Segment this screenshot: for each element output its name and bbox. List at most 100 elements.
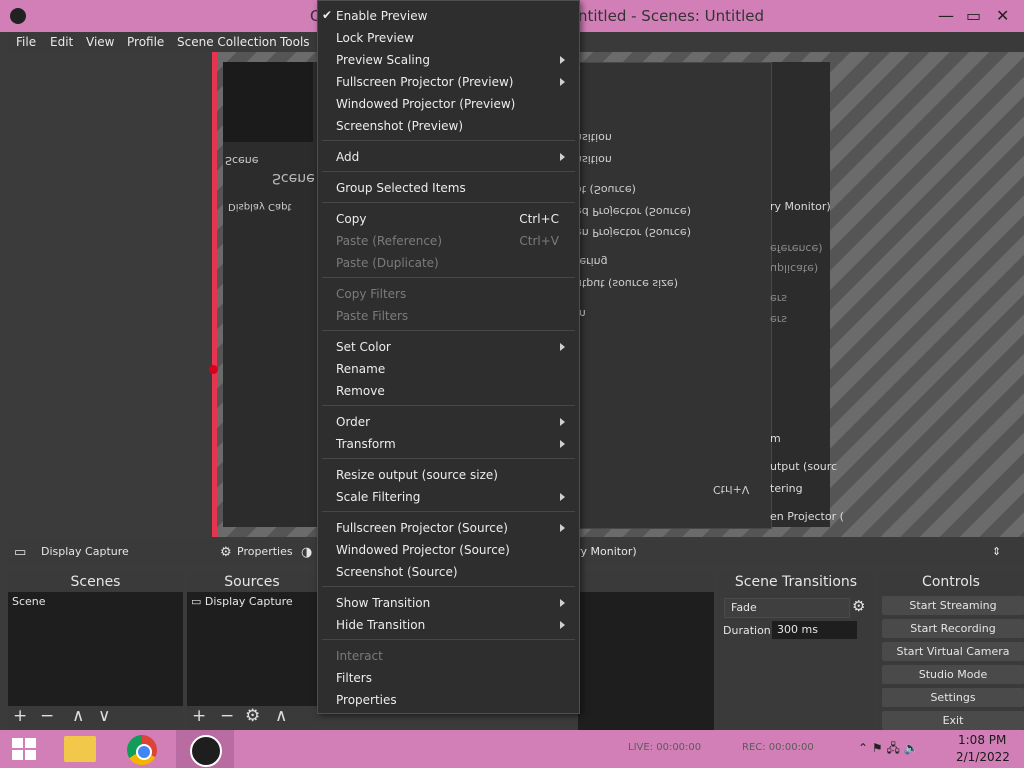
menu-item-windowed-projector-source[interactable]: Windowed Projector (Source)	[318, 539, 579, 561]
audio-mixer-dock	[578, 572, 714, 730]
menu-item-transform[interactable]: Transform	[318, 433, 579, 455]
monitor-select[interactable]: ry Monitor)	[576, 545, 637, 558]
remove-source-icon[interactable]: −	[220, 706, 234, 726]
menu-item-preview-scaling[interactable]: Preview Scaling	[318, 49, 579, 71]
tray-icons[interactable]: ⌃ ⚑ 🖧 🔈	[858, 739, 919, 760]
remove-scene-icon[interactable]: −	[40, 706, 54, 726]
menu-item-group-selected[interactable]: Group Selected Items	[318, 177, 579, 199]
menu-item-resize-output[interactable]: Resize output (source size)	[318, 464, 579, 486]
source-properties-icon[interactable]: ⚙	[245, 706, 260, 726]
menu-tools[interactable]: Tools	[280, 35, 310, 49]
preview-echo-projector: en Projector (	[770, 510, 844, 523]
submenu-arrow-icon	[560, 56, 565, 64]
scenes-title: Scenes	[8, 572, 183, 592]
add-scene-icon[interactable]: +	[13, 706, 27, 726]
scene-item[interactable]: Scene	[8, 592, 183, 611]
menu-item-paste-filters: Paste Filters	[318, 305, 579, 327]
submenu-arrow-icon	[560, 621, 565, 629]
move-up-icon[interactable]: ∧	[275, 706, 287, 726]
menu-item-windowed-projector-preview[interactable]: Windowed Projector (Preview)	[318, 93, 579, 115]
menu-profile[interactable]: Profile	[127, 35, 164, 49]
preview-echo-filters-1: ers	[770, 292, 788, 305]
menu-item-label: Enable Preview	[336, 9, 428, 23]
gear-icon[interactable]: ⚙	[852, 597, 865, 615]
windows-start-icon[interactable]	[12, 738, 36, 760]
monitor-select-arrow-icon[interactable]: ⇕	[992, 545, 1001, 558]
start-recording-button[interactable]: Start Recording	[882, 619, 1024, 638]
monitor-icon: ▭	[191, 595, 205, 608]
filters-icon[interactable]: ◑	[301, 545, 312, 560]
submenu-arrow-icon	[560, 524, 565, 532]
rec-status: REC: 00:00:00	[742, 742, 814, 753]
transition-select[interactable]: Fade	[724, 598, 850, 618]
move-up-icon[interactable]: ∧	[72, 706, 84, 726]
menu-item-lock-preview[interactable]: Lock Preview	[318, 27, 579, 49]
menu-item-label: Filters	[336, 671, 372, 685]
menu-separator	[322, 405, 575, 406]
start-streaming-button[interactable]: Start Streaming	[882, 596, 1024, 615]
gear-icon[interactable]: ⚙	[220, 545, 232, 560]
scenes-dock: Scenes Scene + − ∧ ∨	[8, 572, 183, 730]
duration-label: Duration	[723, 624, 771, 637]
menu-item-filters[interactable]: Filters	[318, 667, 579, 689]
menu-separator	[322, 639, 575, 640]
preview-echo-dark-block	[223, 62, 313, 142]
file-explorer-icon[interactable]	[64, 736, 96, 762]
submenu-arrow-icon	[560, 418, 565, 426]
studio-mode-button[interactable]: Studio Mode	[882, 665, 1024, 684]
menu-item-properties[interactable]: Properties	[318, 689, 579, 711]
source-item-label: Display Capture	[204, 595, 293, 608]
menu-item-screenshot-preview[interactable]: Screenshot (Preview)	[318, 115, 579, 137]
menu-edit[interactable]: Edit	[50, 35, 73, 49]
move-down-icon[interactable]: ∨	[98, 706, 110, 726]
toolbar-source-name: Display Capture	[41, 545, 129, 558]
menu-item-screenshot-source[interactable]: Screenshot (Source)	[318, 561, 579, 583]
menu-item-label: Scale Filtering	[336, 490, 421, 504]
clock-date: 2/1/2022	[956, 750, 1010, 764]
controls-dock: Controls Start Streaming Start Recording…	[878, 572, 1024, 730]
clock-time: 1:08 PM	[958, 733, 1007, 747]
menu-item-label: Fullscreen Projector (Source)	[336, 521, 508, 535]
source-item[interactable]: ▭ Display Capture	[187, 592, 317, 611]
preview-echo-m: m	[770, 432, 781, 445]
submenu-arrow-icon	[560, 78, 565, 86]
taskbar: LIVE: 00:00:00 REC: 00:00:00 ⌃ ⚑ 🖧 🔈 1:0…	[0, 730, 1024, 768]
obs-taskbar-button[interactable]	[176, 730, 234, 768]
menu-file[interactable]: File	[16, 35, 36, 49]
menu-item-copy[interactable]: Copy Ctrl+C	[318, 208, 579, 230]
duration-input[interactable]: 300 ms	[772, 621, 857, 639]
sources-title: Sources	[187, 572, 317, 592]
menu-item-scale-filtering[interactable]: Scale Filtering	[318, 486, 579, 508]
exit-button[interactable]: Exit	[882, 711, 1024, 730]
selection-handle[interactable]	[209, 365, 218, 374]
menu-scene-collection[interactable]: Scene Collection	[177, 35, 277, 49]
preview-echo-output: utput (sourc	[770, 460, 838, 473]
context-menu: ✔ Enable Preview Lock Preview Preview Sca…	[317, 0, 580, 714]
preview-echo-scene-label: Scene	[225, 154, 259, 167]
menu-item-fullscreen-projector-source[interactable]: Fullscreen Projector (Source)	[318, 517, 579, 539]
minimize-icon[interactable]: —	[938, 6, 954, 25]
menu-item-order[interactable]: Order	[318, 411, 579, 433]
menu-item-add[interactable]: Add	[318, 146, 579, 168]
audio-mixer-title	[578, 572, 714, 592]
menu-item-hide-transition[interactable]: Hide Transition	[318, 614, 579, 636]
settings-button[interactable]: Settings	[882, 688, 1024, 707]
chrome-icon[interactable]	[127, 735, 157, 765]
menu-item-paste-duplicate: Paste (Duplicate)	[318, 252, 579, 274]
menu-item-remove[interactable]: Remove	[318, 380, 579, 402]
add-source-icon[interactable]: +	[192, 706, 206, 726]
start-virtual-camera-button[interactable]: Start Virtual Camera	[882, 642, 1024, 661]
duration-value: 300 ms	[777, 623, 818, 636]
sources-footer: + − ⚙ ∧	[187, 706, 317, 730]
menu-item-rename[interactable]: Rename	[318, 358, 579, 380]
properties-button[interactable]: Properties	[237, 545, 293, 558]
menu-view[interactable]: View	[86, 35, 114, 49]
close-icon[interactable]: ✕	[996, 6, 1009, 25]
menu-item-set-color[interactable]: Set Color	[318, 336, 579, 358]
transitions-dock: Scene Transitions Fade ⚙ Duration 300 ms	[718, 572, 874, 730]
maximize-icon[interactable]: ▭	[966, 6, 981, 25]
audio-mixer-list	[578, 592, 714, 730]
menu-item-show-transition[interactable]: Show Transition	[318, 592, 579, 614]
menu-item-fullscreen-projector-preview[interactable]: Fullscreen Projector (Preview)	[318, 71, 579, 93]
menu-item-enable-preview[interactable]: ✔ Enable Preview	[318, 5, 579, 27]
